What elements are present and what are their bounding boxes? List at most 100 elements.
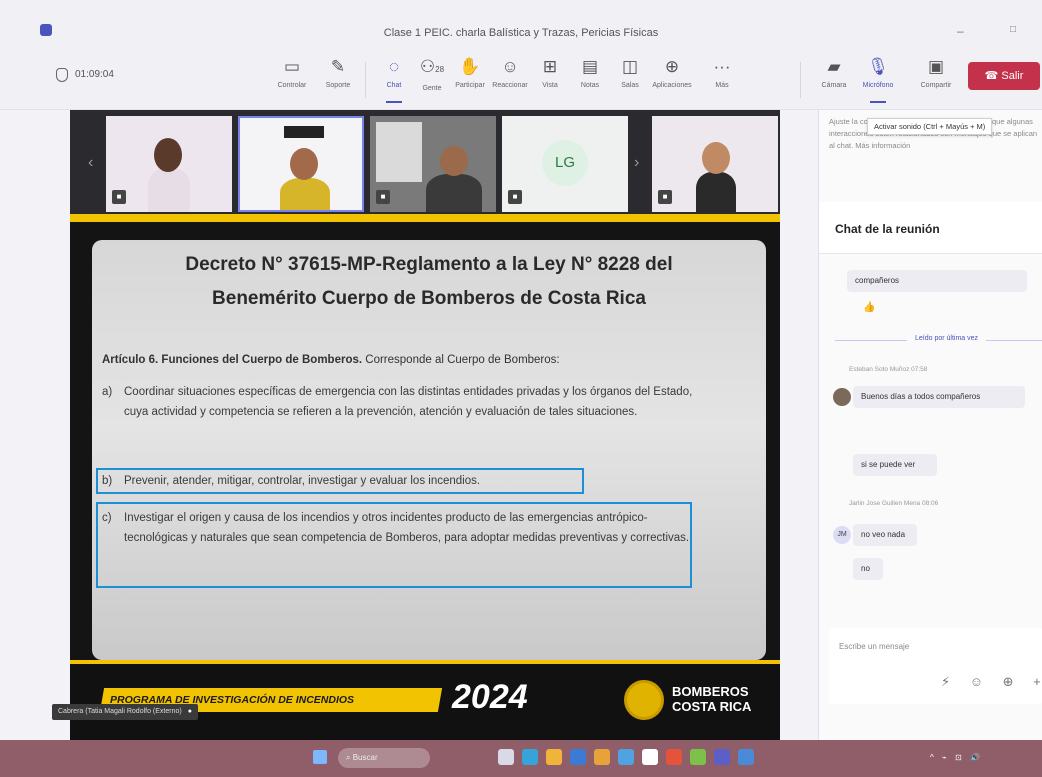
function-item-b: b) Prevenir, atender, mitigar, controlar…	[102, 471, 702, 491]
camera-button[interactable]: ▰ Cámara	[814, 56, 854, 102]
presenter-name-tag: Cabrera (Tatia Magali Rodolfo (Externo) ●	[52, 704, 198, 720]
pencil-icon: ✎	[330, 57, 346, 76]
support-label: Soporte	[325, 82, 351, 89]
slide-accent-bar	[70, 214, 780, 222]
chat-message: si se puede ver	[853, 454, 937, 476]
chat-message: compañeros	[847, 270, 1027, 292]
system-tray[interactable]: ^ ⌁ ⊡ 🔊	[930, 753, 983, 762]
title-bar: Clase 1 PEIC. charla Balística y Trazas,…	[0, 0, 1042, 48]
article-heading-bold: Artículo 6. Funciones del Cuerpo de Bomb…	[102, 354, 363, 366]
item-text: Prevenir, atender, mitigar, controlar, i…	[124, 475, 481, 487]
view-button[interactable]: ⊞ Vista	[530, 56, 570, 102]
share-icon: ▣	[927, 57, 945, 76]
participant-tile-active[interactable]	[238, 116, 364, 212]
notes-button[interactable]: ▤ Notas	[570, 56, 610, 102]
participant-strip: ‹ ■ ■ LG ■ › ■	[78, 116, 788, 214]
shared-slide: Decreto N° 37615-MP-Reglamento a la Ley …	[70, 214, 780, 740]
mail-icon[interactable]	[570, 749, 586, 765]
item-letter: b)	[102, 475, 113, 487]
participant-avatar	[154, 138, 182, 172]
mic-button[interactable]: 🎙 Micrófono	[858, 56, 898, 103]
toolbar-divider	[365, 62, 366, 98]
camera-icon: ▰	[827, 57, 841, 76]
participant-initials: LG	[542, 140, 588, 186]
more-button[interactable]: ··· Más	[702, 56, 742, 102]
meeting-timer: 01:09:04	[75, 69, 114, 80]
apps-button[interactable]: ⊕ Aplicaciones	[652, 56, 692, 102]
react-label: Reaccionar	[492, 82, 528, 89]
item-text: Investigar el origen y causa de los ince…	[124, 512, 690, 544]
apps-icon: ⊕	[664, 57, 680, 76]
chat-button[interactable]: ◌ Chat	[374, 56, 414, 103]
raise-hand-button[interactable]: ✋ Participar	[450, 56, 490, 102]
chevron-right-icon[interactable]: ›	[634, 154, 639, 172]
leave-button[interactable]: ☎ Salir	[968, 62, 1040, 90]
app-icon[interactable]	[618, 749, 634, 765]
minimize-button[interactable]: –	[957, 24, 964, 38]
control-button[interactable]: ▭ Controlar	[272, 56, 312, 102]
search-placeholder: Buscar	[352, 753, 378, 762]
document-icon[interactable]	[642, 749, 658, 765]
participant-avatar	[702, 142, 730, 174]
shield-icon	[56, 68, 68, 82]
participant-tile[interactable]: LG ■	[502, 116, 628, 212]
compose-box[interactable]: Escribe un mensaje ⚡ ☺ ⊕ +	[829, 628, 1042, 704]
leave-label: Salir	[1001, 70, 1024, 82]
chrome-icon[interactable]	[594, 749, 610, 765]
like-reaction-icon[interactable]: 👍	[863, 302, 875, 313]
participant-avatar	[290, 148, 318, 180]
windows-start-icon[interactable]	[313, 750, 327, 764]
office-icon[interactable]	[666, 749, 682, 765]
muted-icon: ■	[658, 190, 672, 204]
people-icon: ⚇28	[419, 57, 445, 76]
sender-avatar	[833, 388, 851, 406]
participant-tile[interactable]: ■	[652, 116, 778, 212]
taskbar-search[interactable]: ⌕ Buscar	[338, 748, 430, 768]
item-text: Coordinar situaciones específicas de eme…	[124, 386, 693, 418]
teams-taskbar-icon[interactable]	[714, 749, 730, 765]
function-item-a: a) Coordinar situaciones específicas de …	[102, 382, 702, 444]
slide-content-card: Decreto N° 37615-MP-Reglamento a la Ley …	[92, 240, 766, 660]
muted-icon: ■	[376, 190, 390, 204]
maximize-button[interactable]: □	[1010, 24, 1016, 35]
file-explorer-icon[interactable]	[546, 749, 562, 765]
smile-icon: ☺	[501, 57, 519, 76]
participant-tile[interactable]: ■	[370, 116, 496, 212]
more-icon: ···	[713, 57, 731, 76]
phone-icon: ☎	[984, 70, 999, 82]
support-button[interactable]: ✎ Soporte	[318, 56, 358, 102]
message-sender: Esteban Soto Muñoz 07:58	[849, 366, 928, 373]
chat-message: no	[853, 558, 883, 580]
item-letter: a)	[102, 386, 113, 398]
notes-icon: ▤	[581, 57, 599, 76]
chat-label: Chat	[386, 82, 402, 89]
task-view-icon[interactable]	[498, 749, 514, 765]
unread-label: Leído por última vez	[907, 335, 987, 342]
bomberos-seal-icon	[624, 680, 664, 720]
app-icon[interactable]	[738, 749, 754, 765]
share-button[interactable]: ▣ Compartir	[916, 56, 956, 102]
slide-title-line2: Benemérito Cuerpo de Bomberos de Costa R…	[212, 288, 646, 309]
app-icon[interactable]	[690, 749, 706, 765]
participant-tile[interactable]: ■	[106, 116, 232, 212]
rooms-button[interactable]: ◫ Salas	[610, 56, 650, 102]
edge-icon[interactable]	[522, 749, 538, 765]
chevron-left-icon[interactable]: ‹	[88, 154, 93, 172]
slide-title-line1: Decreto N° 37615-MP-Reglamento a la Ley …	[185, 254, 673, 275]
react-button[interactable]: ☺ Reaccionar	[490, 56, 530, 102]
search-icon: ⌕	[346, 753, 353, 762]
compose-tools[interactable]: ⚡ ☺ ⊕ +	[941, 674, 1042, 690]
rooms-icon: ◫	[621, 57, 639, 76]
chat-message: Buenos días a todos compañeros	[853, 386, 1025, 408]
message-sender: Jarlin Jose Guillen Mena 08:06	[849, 500, 939, 507]
chat-panel: Ajuste la configuración de privacidad. E…	[818, 110, 1042, 740]
mic-label: Micrófono	[862, 82, 894, 89]
people-button[interactable]: ⚇28 Gente	[412, 56, 452, 102]
sender-avatar: JM	[833, 526, 851, 544]
hand-icon: ✋	[459, 57, 481, 76]
apps-label: Aplicaciones	[652, 82, 692, 89]
message-input[interactable]: Escribe un mensaje	[839, 642, 909, 651]
grid-icon: ⊞	[542, 57, 558, 76]
windows-taskbar: ⌕ Buscar ^ ⌁ ⊡ 🔊	[0, 740, 1042, 777]
chat-icon: ◌	[388, 57, 400, 76]
